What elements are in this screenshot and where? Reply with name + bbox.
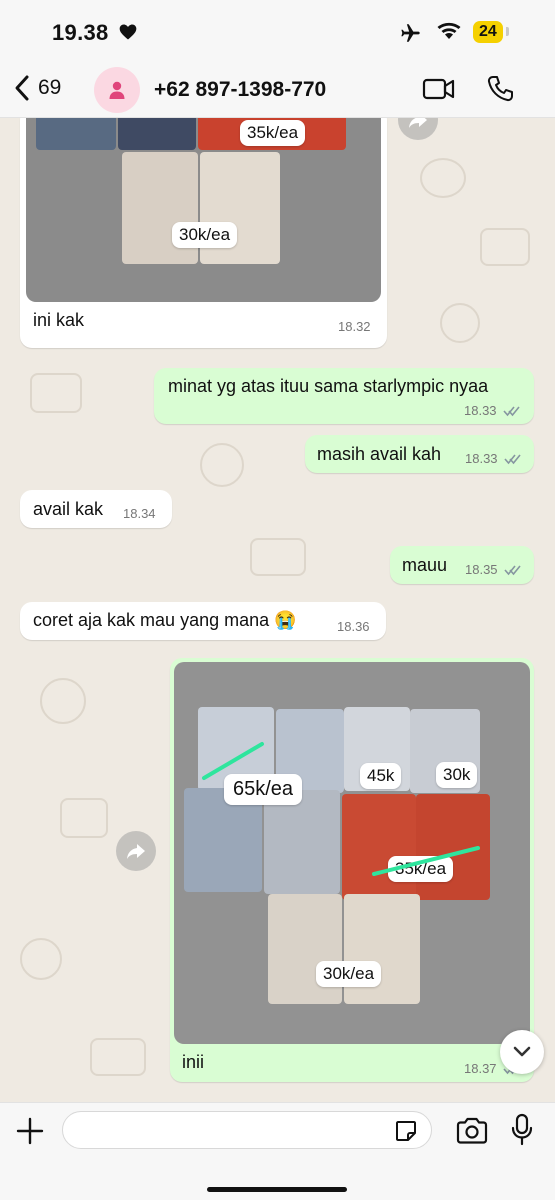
avatar[interactable] [94,67,140,113]
photocard [36,118,116,150]
unread-count: 69 [38,76,62,99]
message-bubble-outgoing[interactable]: minat yg atas ituu sama starlympic nyaa … [154,368,534,424]
chevron-left-icon [15,75,29,101]
message-time: 18.33 [464,403,497,418]
read-receipt-icon [504,565,521,576]
person-icon [109,81,125,99]
scroll-down-button[interactable] [500,1030,544,1074]
status-time: 19.38 [52,20,109,45]
wallpaper-doodle [20,938,62,980]
read-receipt-icon [504,454,521,465]
message-time: 18.37 [464,1061,497,1076]
video-camera-icon[interactable] [422,76,456,102]
contact-name[interactable]: +62 897-1398-770 [154,78,326,102]
home-indicator [207,1187,347,1192]
message-bubble-incoming[interactable]: 35k/ea 30k/ea ini kak 18.32 [20,118,387,348]
message-time: 18.32 [338,319,371,334]
status-bar: 19.38 24 [0,0,555,62]
camera-icon[interactable] [455,1116,489,1146]
wallpaper-doodle [200,443,244,487]
message-caption: inii [182,1052,205,1072]
message-bubble-incoming[interactable]: avail kak 18.34 [20,490,172,528]
forward-button[interactable] [116,831,156,871]
price-tag: 30k/ea [316,961,382,987]
wallpaper-doodle [30,373,82,413]
photocard [264,790,340,894]
airplane-icon [401,24,420,42]
highlight-strike [202,742,264,780]
wallpaper-doodle [60,798,108,838]
price-tag: 45k [360,763,402,789]
message-time: 18.36 [337,619,370,634]
back-button[interactable]: 69 [12,74,61,102]
message-photo[interactable]: 35k/ea 30k/ea [26,118,381,302]
price-tag: 30k/ea [172,222,238,248]
plus-icon[interactable] [14,1115,46,1147]
phone-icon[interactable] [486,74,514,104]
message-bubble-outgoing[interactable]: 65k/ea 45k 30k 35k/ea 30k/ea inii 18.37 [170,658,534,1082]
photocard [268,894,342,1004]
microphone-icon[interactable] [510,1113,534,1147]
chevron-down-icon [513,1046,531,1057]
wallpaper-doodle [420,158,466,198]
heart-icon [119,24,137,40]
wallpaper-doodle [440,303,480,343]
forward-icon [127,844,145,859]
wallpaper-doodle [40,678,86,724]
message-text: avail kak [33,499,104,519]
message-caption: ini kak [33,310,85,330]
message-input[interactable] [62,1111,432,1149]
sticker-icon[interactable] [394,1119,418,1143]
forward-icon [409,118,427,128]
message-text: coret aja kak mau yang mana 😭 [33,610,297,630]
message-text: minat yg atas ituu sama starlympic nyaa [168,376,489,396]
forward-button[interactable] [398,118,438,140]
message-text: masih avail kah [317,444,442,464]
wallpaper-doodle [480,228,530,266]
message-bubble-incoming[interactable]: coret aja kak mau yang mana 😭 18.36 [20,602,386,640]
message-time: 18.33 [465,451,498,466]
read-receipt-icon [503,406,520,417]
chat-header: 69 +62 897-1398-770 [0,62,555,118]
battery-icon: 24 [473,21,503,43]
price-tag: 30k [436,762,478,788]
battery-cap [506,27,509,36]
message-bubble-outgoing[interactable]: masih avail kah 18.33 [305,435,534,473]
chat-area[interactable]: 35k/ea 30k/ea ini kak 18.32 minat yg ata… [0,118,555,1102]
photocard [344,894,420,1004]
wifi-icon [437,22,461,39]
message-time: 18.34 [123,506,156,521]
price-tag: 35k/ea [240,120,306,146]
composer-bar [0,1102,555,1200]
message-text: mauu [402,555,448,575]
wallpaper-doodle [250,538,306,576]
message-bubble-outgoing[interactable]: mauu 18.35 [390,546,534,584]
highlight-strike [372,846,480,876]
photocard [118,118,196,150]
wallpaper-doodle [90,1038,146,1076]
message-photo[interactable]: 65k/ea 45k 30k 35k/ea 30k/ea [174,662,530,1044]
message-time: 18.35 [465,562,498,577]
